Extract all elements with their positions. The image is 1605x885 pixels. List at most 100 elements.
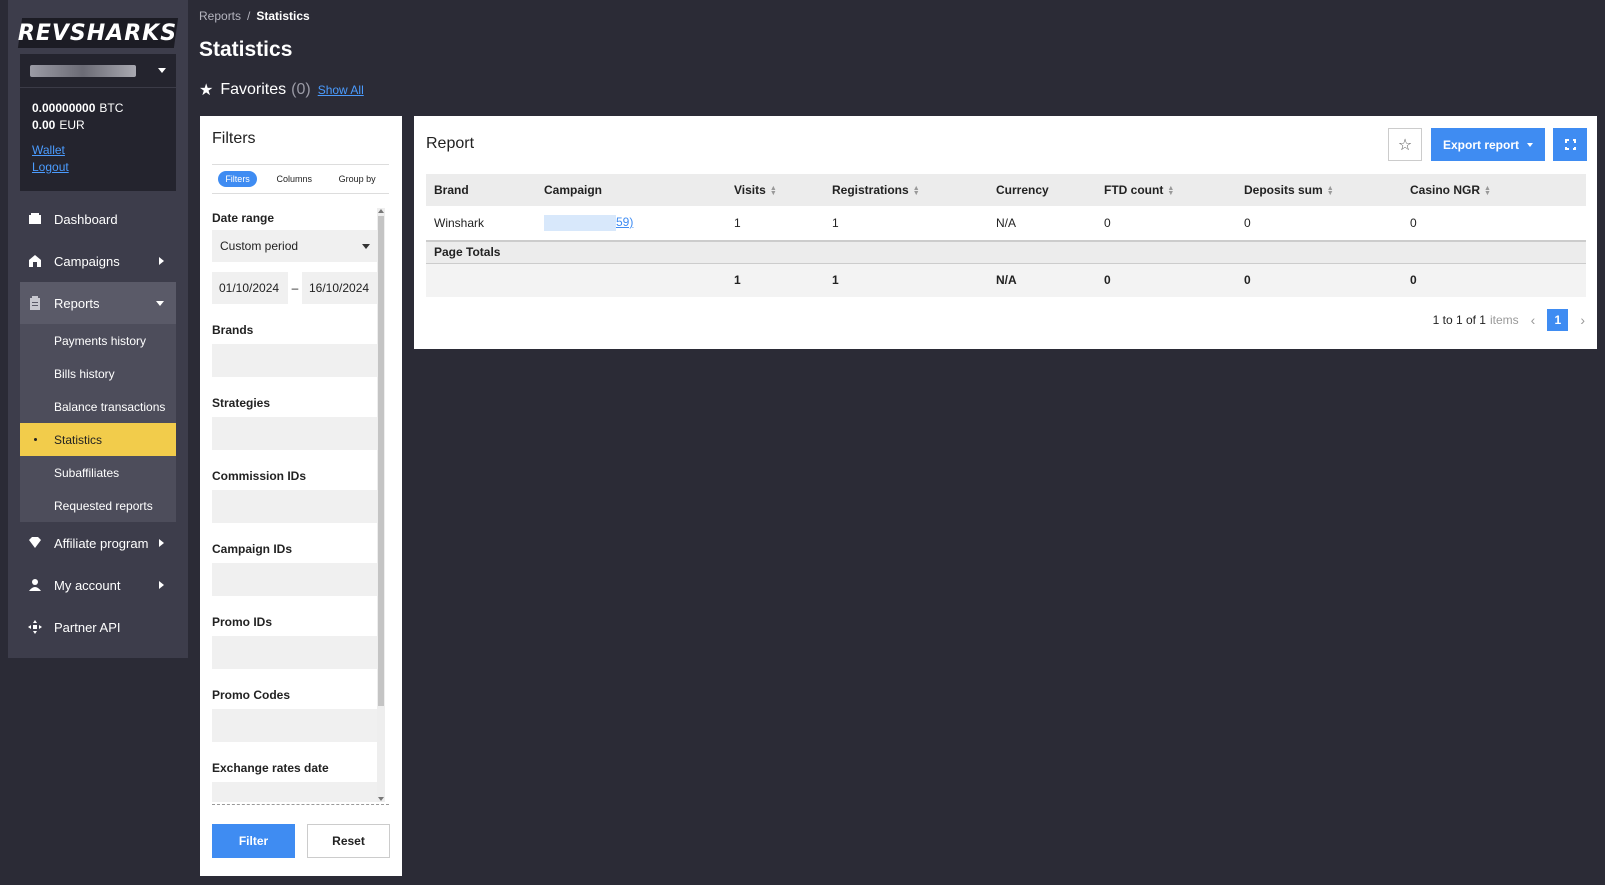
nav-dashboard[interactable]: Dashboard (20, 198, 176, 240)
filter-campaign-ids: Campaign IDs (212, 539, 389, 596)
sidebar-item-bills-history[interactable]: Bills history (20, 357, 176, 390)
sort-icon[interactable]: ▲ ▼ (1167, 185, 1174, 197)
strategies-input[interactable] (212, 417, 378, 450)
scroll-up-icon[interactable] (378, 209, 384, 213)
date-range-inputs: 01/10/2024 – 16/10/2024 (212, 272, 389, 304)
filter-promo-codes: Promo Codes (212, 685, 389, 742)
col-visits[interactable]: Visits ▲ ▼ (726, 174, 824, 206)
chevron-down-icon (362, 243, 370, 249)
cell-ftd-count: 0 (1096, 206, 1236, 242)
brand-logo[interactable]: REVSHARKS (17, 18, 179, 48)
page-totals-row: 1 1 N/A 0 0 0 (426, 263, 1586, 297)
filters-panel: Filters Filters Columns Group by Date ra… (200, 116, 402, 876)
cell-brand: Winshark (426, 206, 536, 242)
commission-ids-input[interactable] (212, 490, 378, 523)
wallet-link[interactable]: Wallet (20, 142, 176, 159)
col-casino-ngr[interactable]: Casino NGR ▲ ▼ (1402, 174, 1586, 206)
filter-exchange-rates-date: Exchange rates date (212, 758, 389, 802)
account-box: 0.00000000 BTC 0.00 EUR Wallet Logout (20, 54, 176, 191)
chevron-right-icon[interactable]: › (1580, 312, 1585, 328)
sort-icon[interactable]: ▲ ▼ (770, 185, 777, 197)
total-ftd-count: 0 (1096, 263, 1236, 297)
eur-balance: 0.00 EUR (32, 118, 85, 132)
col-ftd-count[interactable]: FTD count ▲ ▼ (1096, 174, 1236, 206)
breadcrumb: Reports / Statistics (199, 9, 310, 23)
btc-balance: 0.00000000 BTC (32, 101, 124, 115)
chevron-down-icon (156, 301, 164, 306)
table-header-row: Brand Campaign Visits ▲ ▼ Registrations ▲ ▼ … (426, 174, 1586, 206)
pagination-items-word: items (1489, 313, 1519, 327)
chevron-down-icon (158, 68, 166, 73)
filters-scrollbar[interactable] (377, 208, 385, 802)
report-table: Brand Campaign Visits ▲ ▼ Registrations ▲ ▼ … (426, 174, 1586, 297)
tab-filters[interactable]: Filters (218, 171, 257, 187)
sidebar-item-payments-history[interactable]: Payments history (20, 324, 176, 357)
scrollbar-thumb[interactable] (378, 216, 384, 706)
sidebar-item-balance-transactions[interactable]: Balance transactions (20, 390, 176, 423)
nav-reports[interactable]: Reports (20, 282, 176, 324)
total-visits: 1 (726, 263, 824, 297)
sort-icon[interactable]: ▲ ▼ (1484, 185, 1491, 197)
home-icon (29, 255, 41, 267)
nav-partner-api[interactable]: Partner API (20, 606, 176, 648)
filter-brands: Brands (212, 320, 389, 377)
col-registrations[interactable]: Registrations ▲ ▼ (824, 174, 988, 206)
promo-codes-input[interactable] (212, 709, 378, 742)
add-favorite-button[interactable]: ☆ (1388, 128, 1422, 161)
promo-ids-input[interactable] (212, 636, 378, 669)
cell-campaign: 59) (536, 206, 726, 242)
tab-columns[interactable]: Columns (269, 171, 319, 187)
sidebar-item-statistics[interactable]: Statistics (20, 423, 176, 456)
export-report-button[interactable]: Export report (1431, 128, 1545, 161)
logout-link[interactable]: Logout (20, 159, 176, 176)
date-from-input[interactable]: 01/10/2024 (212, 272, 288, 304)
nav-campaigns[interactable]: Campaigns (20, 240, 176, 282)
sort-icon[interactable]: ▲ ▼ (1327, 185, 1334, 197)
account-selector[interactable] (20, 54, 176, 88)
scroll-down-icon[interactable] (378, 797, 384, 801)
sidebar-item-subaffiliates[interactable]: Subaffiliates (20, 456, 176, 489)
filter-button[interactable]: Filter (212, 824, 295, 858)
filter-commission-ids: Commission IDs (212, 466, 389, 523)
chevron-left-icon[interactable]: ‹ (1531, 312, 1536, 328)
nav-affiliate-program[interactable]: Affiliate program (20, 522, 176, 564)
date-to-input[interactable]: 16/10/2024 (302, 272, 378, 304)
campaign-name-redacted (544, 215, 616, 231)
campaign-link[interactable]: 59) (616, 215, 633, 229)
chevron-right-icon (159, 539, 164, 547)
page-totals-label: Page Totals (426, 240, 1586, 264)
filter-strategies: Strategies (212, 393, 389, 450)
filter-tabs: Filters Columns Group by (212, 164, 389, 194)
diamond-icon (29, 537, 41, 548)
main-nav: Dashboard Campaigns Reports Payments his… (20, 198, 176, 648)
col-currency: Currency (988, 174, 1096, 206)
page-button-1[interactable]: 1 (1547, 309, 1569, 331)
filter-scroll-area[interactable]: Date range Custom period 01/10/2024 – 16… (212, 208, 389, 802)
total-currency: N/A (988, 263, 1096, 297)
campaign-ids-input[interactable] (212, 563, 378, 596)
cell-visits: 1 (726, 206, 824, 242)
breadcrumb-reports[interactable]: Reports (199, 9, 241, 23)
col-deposits-sum[interactable]: Deposits sum ▲ ▼ (1236, 174, 1402, 206)
account-name-redacted (30, 64, 136, 77)
nav-my-account[interactable]: My account (20, 564, 176, 606)
cell-currency: N/A (988, 206, 1096, 242)
total-deposits-sum: 0 (1236, 263, 1402, 297)
reports-subnav: Payments history Bills history Balance t… (20, 324, 176, 522)
tab-group-by[interactable]: Group by (332, 171, 383, 187)
sort-icon[interactable]: ▲ ▼ (913, 185, 920, 197)
star-icon: ★ (199, 82, 214, 99)
total-casino-ngr: 0 (1402, 263, 1586, 297)
cell-casino-ngr: 0 (1402, 206, 1586, 242)
show-all-link[interactable]: Show All (318, 83, 364, 97)
report-title: Report (426, 135, 475, 152)
cell-deposits-sum: 0 (1236, 206, 1402, 242)
brands-input[interactable] (212, 344, 378, 377)
reset-button[interactable]: Reset (307, 824, 390, 858)
table-row: Winshark 59) 1 1 N/A 0 0 0 (426, 206, 1586, 242)
exchange-rates-date-input[interactable] (212, 782, 378, 802)
chevron-down-icon (1527, 142, 1533, 147)
period-select[interactable]: Custom period (212, 230, 378, 262)
fullscreen-button[interactable] (1553, 128, 1587, 161)
sidebar-item-requested-reports[interactable]: Requested reports (20, 489, 176, 522)
